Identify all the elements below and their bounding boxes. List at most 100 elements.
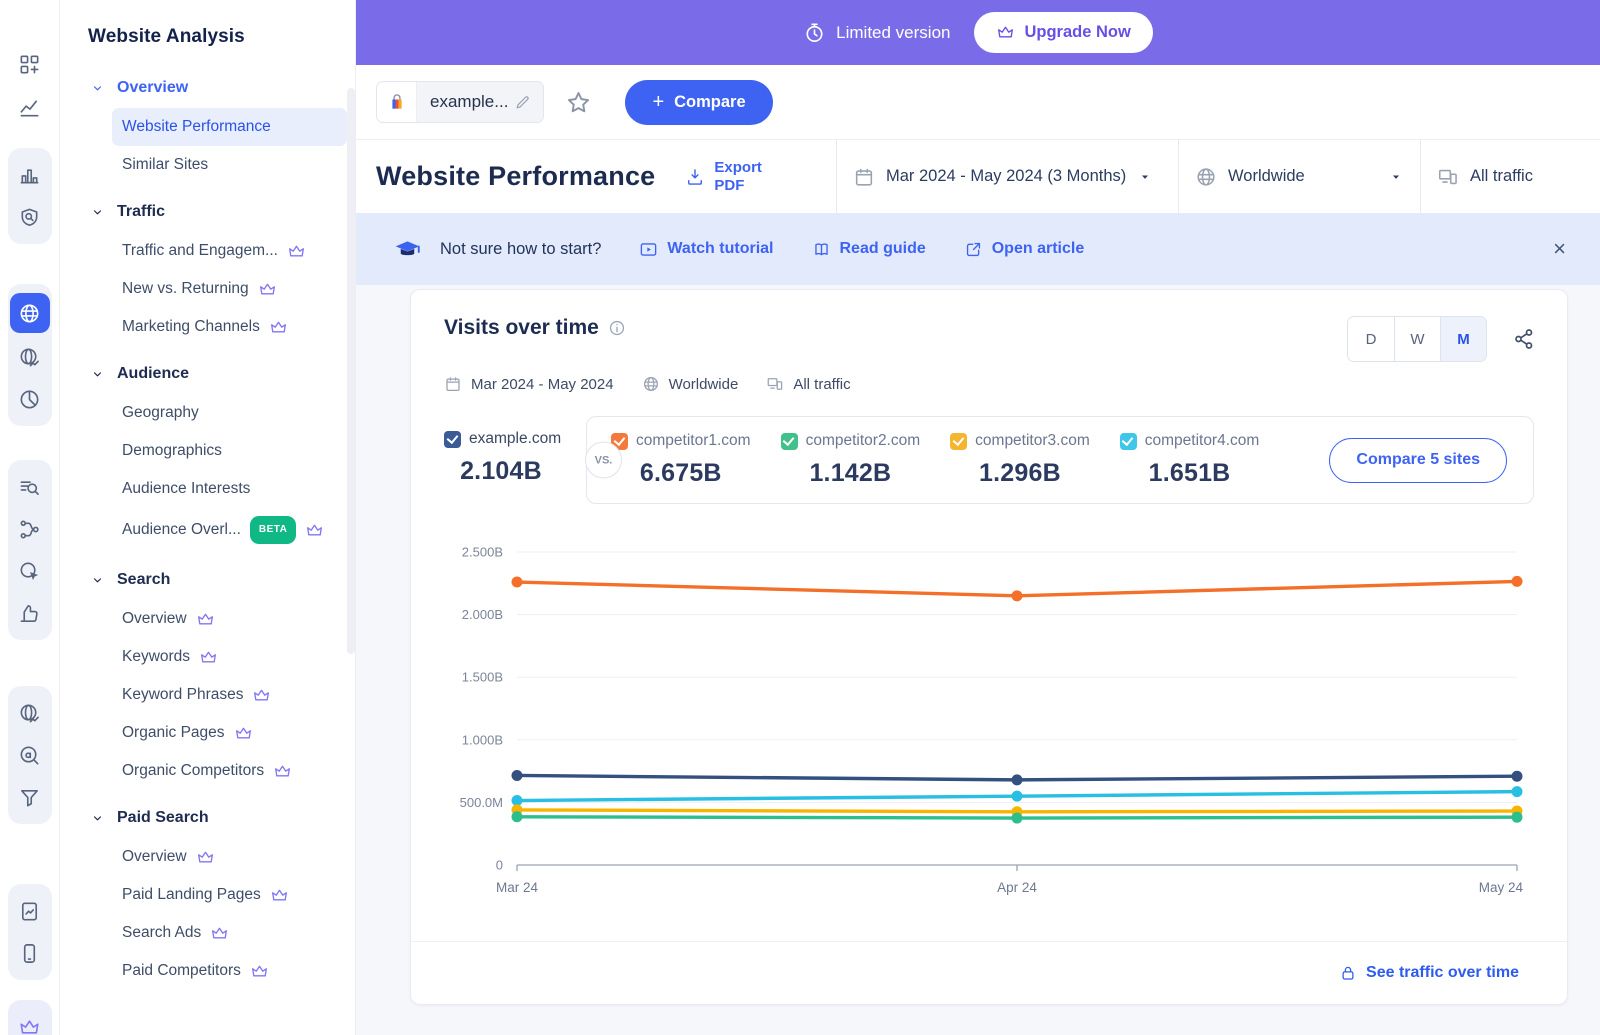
page-content: Visits over time D W M Mar 2024 - May 20… xyxy=(356,285,1600,1035)
chevron-down-icon xyxy=(91,206,104,219)
sidebar-scrollbar[interactable] xyxy=(347,88,355,654)
sidebar-item-organic-competitors[interactable]: Organic Competitors xyxy=(112,752,347,790)
sidebar-item-overview[interactable]: Overview xyxy=(112,838,347,876)
sidebar-item-search-ads[interactable]: Search Ads xyxy=(112,914,347,952)
ad-intelligence-icon[interactable] xyxy=(10,553,50,589)
chart-series-competitor1.com xyxy=(512,576,1523,601)
chart-series-competitor2.com xyxy=(512,811,1523,823)
sidebar-item-overview[interactable]: Overview xyxy=(112,600,347,638)
export-pdf-button[interactable]: Export PDF xyxy=(685,159,762,195)
sidebar-section-search[interactable]: Search xyxy=(60,560,355,600)
svg-text:0: 0 xyxy=(496,858,503,873)
granularity-month-button[interactable]: M xyxy=(1440,317,1486,361)
apps-icon[interactable] xyxy=(10,935,50,971)
calendar-icon xyxy=(444,375,462,393)
sidebar-title: Website Analysis xyxy=(60,0,355,48)
see-traffic-label: See traffic over time xyxy=(1366,964,1519,982)
add-dashboard-icon[interactable] xyxy=(10,46,50,82)
crown-icon xyxy=(234,724,253,743)
sidebar-item-website-performance[interactable]: Website Performance xyxy=(112,108,347,146)
date-range-selector[interactable]: Mar 2024 - May 2024 (3 Months) xyxy=(836,140,1178,213)
digital-trends-icon[interactable] xyxy=(10,90,50,126)
search-tools-icon[interactable] xyxy=(10,737,50,773)
sidebar-item-paid-competitors[interactable]: Paid Competitors xyxy=(112,952,347,990)
legend-primary-domain: example.com xyxy=(469,430,561,448)
sidebar-item-geography[interactable]: Geography xyxy=(112,394,347,432)
onboarding-text: Not sure how to start? xyxy=(440,240,601,259)
line-chart: 2.500B2.000B1.500B1.000B500.0M0Mar 24Apr… xyxy=(411,520,1567,902)
legend-competitor: competitor2.com1.142B xyxy=(781,432,921,488)
info-icon[interactable] xyxy=(608,319,626,337)
card-date-range: Mar 2024 - May 2024 xyxy=(471,376,614,393)
legend-competitor-value: 1.296B xyxy=(950,459,1090,488)
keyword-research-icon[interactable] xyxy=(10,469,50,505)
graduation-cap-icon xyxy=(394,236,421,263)
web-industry-icon[interactable] xyxy=(10,339,50,375)
export-label-line2: PDF xyxy=(714,177,762,195)
sidebar-item-traffic-and-engagem[interactable]: Traffic and Engagem... xyxy=(112,232,347,270)
chevron-down-icon xyxy=(91,574,104,587)
sidebar-item-label: Website Performance xyxy=(122,116,271,138)
sidebar-item-paid-landing-pages[interactable]: Paid Landing Pages xyxy=(112,876,347,914)
sidebar-item-similar-sites[interactable]: Similar Sites xyxy=(112,146,347,184)
calendar-icon xyxy=(853,166,875,188)
sidebar-item-audience-overl[interactable]: Audience Overl...BETA xyxy=(112,508,347,552)
sidebar-section-audience[interactable]: Audience xyxy=(60,354,355,394)
upgrade-now-button[interactable]: Upgrade Now xyxy=(974,12,1152,53)
favorite-star-icon[interactable] xyxy=(565,89,592,116)
legend-primary-value: 2.104B xyxy=(444,457,586,486)
legend-competitor-checkbox[interactable] xyxy=(781,433,798,450)
sidebar-section-paid-search[interactable]: Paid Search xyxy=(60,798,355,838)
legend-competitor-checkbox[interactable] xyxy=(950,433,967,450)
granularity-week-button[interactable]: W xyxy=(1394,317,1440,361)
filters-icon[interactable] xyxy=(10,779,50,815)
legend-competitor: competitor4.com1.651B xyxy=(1120,432,1260,488)
sidebar-section-overview[interactable]: Overview xyxy=(60,68,355,108)
watch-tutorial-link[interactable]: Watch tutorial xyxy=(639,240,773,259)
app-module-rail xyxy=(0,0,60,1035)
web-overview-icon[interactable] xyxy=(10,695,50,731)
sidebar-item-audience-interests[interactable]: Audience Interests xyxy=(112,470,347,508)
date-range-value: Mar 2024 - May 2024 (3 Months) xyxy=(886,167,1126,186)
upgrade-crown-icon[interactable] xyxy=(10,1009,50,1035)
see-traffic-over-time-link[interactable]: See traffic over time xyxy=(1339,964,1519,982)
sidebar-item-demographics[interactable]: Demographics xyxy=(112,432,347,470)
card-footer: See traffic over time xyxy=(411,941,1567,1004)
devices-icon xyxy=(1437,166,1459,188)
consumer-engagement-icon[interactable] xyxy=(10,595,50,631)
sidebar-item-organic-pages[interactable]: Organic Pages xyxy=(112,714,347,752)
compare-5-sites-button[interactable]: Compare 5 sites xyxy=(1329,438,1507,483)
close-icon[interactable]: × xyxy=(1553,238,1566,260)
website-analysis-icon[interactable] xyxy=(10,293,50,333)
company-research-icon[interactable] xyxy=(10,199,50,235)
legend-competitor-checkbox[interactable] xyxy=(1120,433,1137,450)
sidebar-item-keyword-phrases[interactable]: Keyword Phrases xyxy=(112,676,347,714)
edit-site-icon[interactable] xyxy=(514,94,543,111)
segment-analysis-icon[interactable] xyxy=(10,381,50,417)
crown-icon xyxy=(199,648,218,667)
chart-series-example.com xyxy=(512,770,1523,785)
compare-button[interactable]: + Compare xyxy=(625,80,772,125)
granularity-day-button[interactable]: D xyxy=(1348,317,1394,361)
sidebar-section-traffic[interactable]: Traffic xyxy=(60,192,355,232)
traffic-type-selector[interactable]: All traffic xyxy=(1420,140,1600,213)
sidebar-item-new-vs-returning[interactable]: New vs. Returning xyxy=(112,270,347,308)
sidebar-item-keywords[interactable]: Keywords xyxy=(112,638,347,676)
read-guide-link[interactable]: Read guide xyxy=(812,240,926,259)
region-selector[interactable]: Worldwide xyxy=(1178,140,1420,213)
sidebar-item-label: Similar Sites xyxy=(122,154,208,176)
reports-icon[interactable] xyxy=(10,893,50,929)
crown-icon xyxy=(305,521,324,540)
legend-competitor-domain: competitor4.com xyxy=(1145,432,1260,450)
affiliate-channels-icon[interactable] xyxy=(10,511,50,547)
stopwatch-icon xyxy=(803,21,826,44)
card-filters-summary: Mar 2024 - May 2024 Worldwide All traffi… xyxy=(411,362,1567,393)
lock-icon xyxy=(1339,964,1357,982)
section-label: Traffic xyxy=(117,203,165,221)
legend-primary-checkbox[interactable] xyxy=(444,431,461,448)
sidebar-item-marketing-channels[interactable]: Marketing Channels xyxy=(112,308,347,346)
share-icon[interactable] xyxy=(1512,327,1536,351)
site-chip[interactable]: example... xyxy=(376,81,544,123)
market-analysis-icon[interactable] xyxy=(10,157,50,193)
open-article-link[interactable]: Open article xyxy=(964,240,1084,259)
